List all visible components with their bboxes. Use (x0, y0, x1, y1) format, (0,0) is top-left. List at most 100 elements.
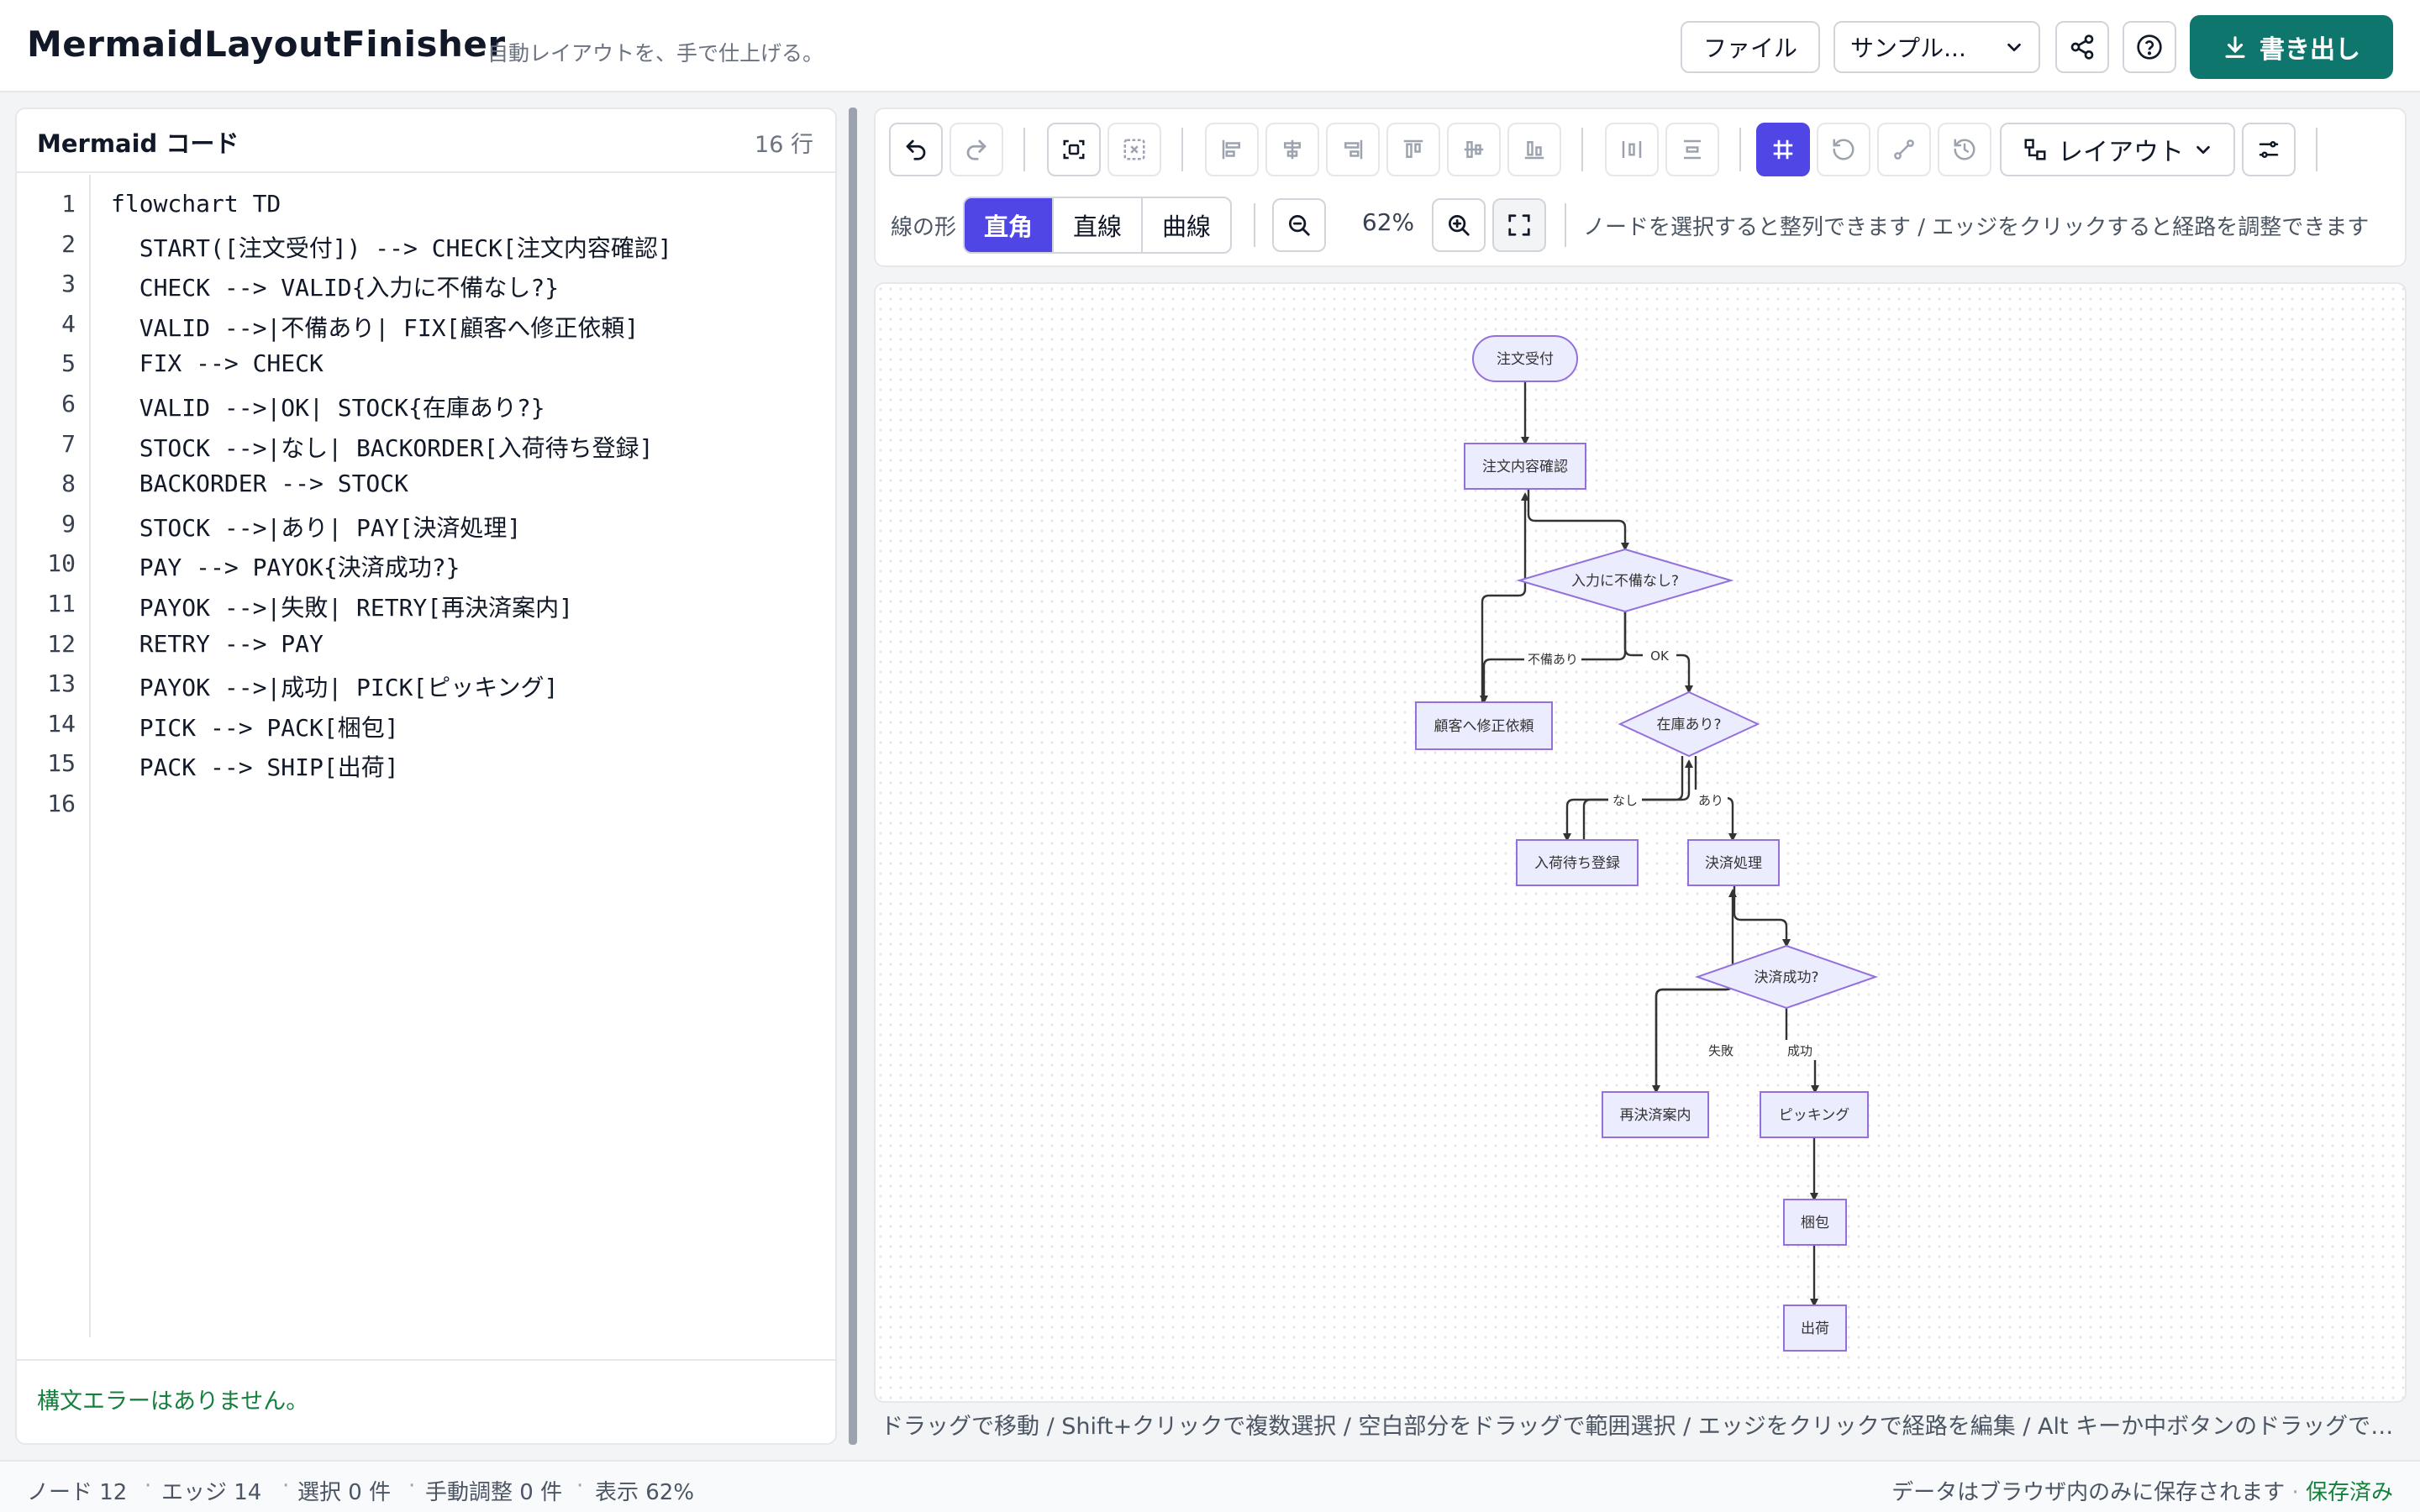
code-line[interactable]: PICK --> PACK[梱包] (111, 710, 399, 743)
status-separator: · (145, 1473, 152, 1499)
code-line[interactable]: STOCK -->|あり| PAY[決済処理] (111, 510, 522, 543)
file-menu-button[interactable]: ファイル (1681, 21, 1820, 73)
code-editor[interactable]: flowchart TD START([注文受付]) --> CHECK[注文内… (91, 175, 835, 1337)
zoom-in-icon (1449, 215, 1470, 236)
grid-snap-toggle[interactable] (1756, 123, 1810, 176)
edge-style-label: 線の形 (891, 215, 957, 240)
align-left-button[interactable] (1205, 123, 1259, 176)
toolbar-separator (1023, 128, 1025, 171)
distribute-horizontal-icon (1622, 141, 1642, 158)
share-button[interactable] (2055, 21, 2109, 73)
node-pay-label: 決済処理 (1705, 855, 1762, 872)
edge-check-valid[interactable] (1527, 489, 1629, 551)
node-pick-label: ピッキング (1779, 1107, 1850, 1124)
redo-button[interactable] (950, 123, 1003, 176)
code-line[interactable]: RETRY --> PAY (111, 630, 324, 658)
flowchart-diagram[interactable]: 不備あり OK なし あり 失敗 成功 注文受付 注文内容確認 入力に不備なし?… (876, 284, 2407, 1403)
toolbar-separator (1181, 128, 1183, 171)
clear-selection-button[interactable] (1107, 123, 1161, 176)
distribute-vertical-icon (1684, 139, 1701, 160)
code-line[interactable]: STOCK -->|なし| BACKORDER[入荷待ち登録] (111, 430, 654, 464)
code-line[interactable]: flowchart TD (111, 190, 281, 218)
edge-style-curved[interactable]: 曲線 (1143, 198, 1230, 252)
diagram-canvas[interactable]: 不備あり OK なし あり 失敗 成功 注文受付 注文内容確認 入力に不備なし?… (874, 282, 2407, 1403)
history-button[interactable] (1938, 123, 1991, 176)
zoom-in-button[interactable] (1432, 198, 1486, 252)
status-separator: · (576, 1473, 584, 1499)
align-right-icon (1344, 139, 1363, 160)
panel-splitter[interactable] (849, 108, 857, 1445)
help-icon (2137, 34, 2162, 60)
code-line[interactable]: FIX --> CHECK (111, 349, 324, 377)
edge-pay-payok[interactable] (1733, 885, 1791, 948)
code-line[interactable]: START([注文受付]) --> CHECK[注文内容確認] (111, 230, 672, 264)
align-bottom-button[interactable] (1507, 123, 1561, 176)
edge-payok-retry[interactable] (1652, 979, 1734, 1094)
node-ship-label: 出荷 (1801, 1320, 1829, 1337)
code-line[interactable]: CHECK --> VALID{入力に不備なし?} (111, 270, 559, 303)
status-separator: · (282, 1473, 290, 1499)
code-line[interactable]: VALID -->|OK| STOCK{在庫あり?} (111, 390, 545, 423)
undo-icon (906, 139, 926, 160)
line-number: 9 (61, 509, 76, 538)
status-selected-count: 選択 0 件 (297, 1480, 392, 1505)
edge-label-none: なし (1612, 793, 1638, 808)
node-payok-label: 決済成功? (1754, 969, 1818, 986)
syntax-status: 構文エラーはありません。 (37, 1389, 309, 1415)
edge-style-straight[interactable]: 直線 (1054, 198, 1143, 252)
edge-label-success: 成功 (1787, 1043, 1812, 1058)
chevron-down-icon (2196, 145, 2210, 155)
edge-style-orthogonal[interactable]: 直角 (965, 198, 1054, 252)
select-all-icon (1063, 139, 1085, 160)
edge-style-switch: 直角 直線 曲線 (963, 197, 1232, 254)
edge-fix-check[interactable] (1481, 492, 1529, 702)
reset-node-button[interactable] (1817, 123, 1870, 176)
status-zoom: 表示 62% (595, 1480, 695, 1505)
line-number: 11 (47, 590, 76, 617)
export-button-label: 書き出し (2260, 35, 2360, 65)
app-title: MermaidLayoutFinisher (27, 24, 506, 65)
code-line[interactable]: PAYOK -->|成功| PICK[ピッキング] (111, 669, 559, 703)
distribute-vertical-button[interactable] (1665, 123, 1719, 176)
align-middle-button[interactable] (1447, 123, 1501, 176)
align-top-button[interactable] (1386, 123, 1440, 176)
undo-button[interactable] (889, 123, 943, 176)
fit-view-button[interactable] (1492, 198, 1546, 252)
code-panel-title: Mermaid コード (37, 129, 239, 158)
layout-menu-button[interactable]: レイアウト (2000, 123, 2235, 176)
help-button[interactable] (2123, 21, 2176, 73)
settings-button[interactable] (2242, 123, 2296, 176)
line-number: 10 (47, 549, 76, 578)
edge-retry-segment (1655, 982, 1734, 1092)
toolbar-separator (1581, 128, 1583, 171)
node-start-label: 注文受付 (1497, 351, 1554, 368)
status-edge-count: エッジ 14 (161, 1480, 262, 1505)
route-icon (1894, 139, 1914, 160)
zoom-out-button[interactable] (1272, 198, 1326, 252)
line-number: 15 (47, 749, 76, 778)
align-right-button[interactable] (1326, 123, 1380, 176)
select-all-button[interactable] (1047, 123, 1101, 176)
code-line[interactable]: PAY --> PAYOK{決済成功?} (111, 549, 460, 583)
edge-route-button[interactable] (1877, 123, 1931, 176)
export-button[interactable]: 書き出し (2190, 15, 2393, 79)
storage-note: データはブラウザ内のみに保存されます (1891, 1480, 2286, 1505)
code-line[interactable]: BACKORDER --> STOCK (111, 470, 408, 497)
status-separator: · (408, 1473, 416, 1499)
align-center-button[interactable] (1265, 123, 1319, 176)
rotate-ccw-icon (1833, 139, 1854, 160)
edge-label-fix: 不備あり (1528, 652, 1578, 667)
toolbar-separator (2316, 128, 2317, 171)
code-line[interactable]: PACK --> SHIP[出荷] (111, 749, 399, 783)
distribute-horizontal-button[interactable] (1605, 123, 1659, 176)
code-line[interactable]: VALID -->|不備あり| FIX[顧客へ修正依頼] (111, 310, 639, 344)
node-retry-label: 再決済案内 (1620, 1107, 1691, 1124)
sample-select[interactable]: サンプル... (1833, 21, 2040, 73)
status-bar: ノード 12 · エッジ 14 · 選択 0 件 · 手動調整 0 件 · 表示… (0, 1460, 2420, 1512)
line-number: 13 (47, 669, 76, 698)
share-icon (2070, 34, 2094, 60)
status-manual-count: 手動調整 0 件 (425, 1480, 563, 1505)
status-separator: · (2291, 1480, 2299, 1505)
code-line[interactable]: PAYOK -->|失敗| RETRY[再決済案内] (111, 590, 573, 623)
line-number: 8 (61, 470, 76, 498)
